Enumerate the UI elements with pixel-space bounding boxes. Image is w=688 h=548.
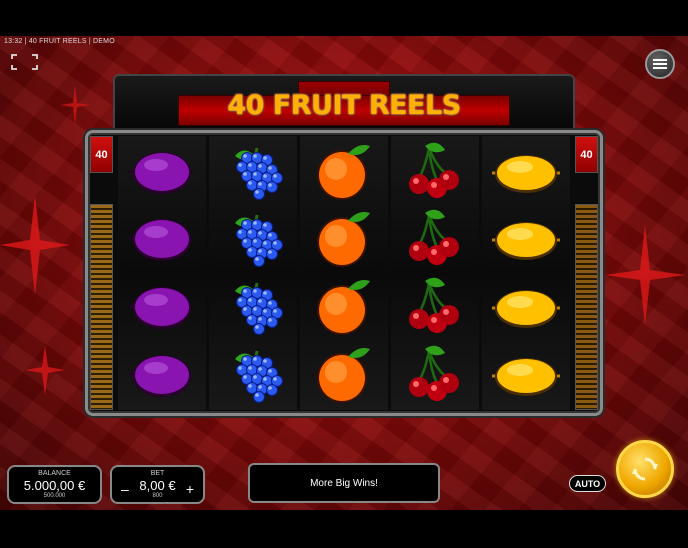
fullscreen-icon[interactable] xyxy=(11,54,38,70)
menu-button[interactable] xyxy=(645,49,675,79)
status-bar: 13:32 | 40 FRUIT REELS | DEMO xyxy=(4,38,115,45)
bet-label: BET xyxy=(150,470,165,477)
orange-icon xyxy=(308,345,380,405)
spin-icon xyxy=(632,457,658,481)
lemon-icon xyxy=(490,277,562,337)
top-bar xyxy=(0,0,688,36)
bet-display: BET 8,00 € 800 – + xyxy=(110,465,205,504)
plum-icon xyxy=(126,142,198,202)
sparkle-icon xyxy=(25,345,65,395)
grapes-icon xyxy=(217,277,289,337)
bet-decrease-button[interactable]: – xyxy=(121,481,129,497)
cherries-icon xyxy=(399,209,471,269)
sparkle-icon xyxy=(60,85,90,125)
payline-indicator-left xyxy=(90,204,113,410)
cherries-icon xyxy=(399,345,471,405)
plum-icon xyxy=(126,209,198,269)
sparkle-icon xyxy=(605,225,685,325)
autoplay-button[interactable]: AUTO xyxy=(569,475,606,492)
bottom-bar xyxy=(0,510,688,548)
grapes-icon xyxy=(217,345,289,405)
grapes-icon xyxy=(217,209,289,269)
paylines-badge-right: 40 xyxy=(575,136,598,173)
balance-label: BALANCE xyxy=(38,470,71,477)
grapes-icon xyxy=(217,142,289,202)
bet-increase-button[interactable]: + xyxy=(186,481,194,497)
balance-display: BALANCE 5.000,00 € 500.000 xyxy=(7,465,102,504)
hamburger-icon xyxy=(653,63,667,65)
game-logo: 40 FRUIT REELS xyxy=(227,90,461,121)
balance-credits: 500.000 xyxy=(43,493,66,499)
cherries-icon xyxy=(399,142,471,202)
cherries-icon xyxy=(399,277,471,337)
message-text: More Big Wins! xyxy=(310,477,378,489)
balance-value: 5.000,00 € xyxy=(23,478,86,493)
plum-icon xyxy=(126,277,198,337)
orange-icon xyxy=(308,209,380,269)
lemon-icon xyxy=(490,142,562,202)
message-box: More Big Wins! xyxy=(248,463,440,503)
lemon-icon xyxy=(490,209,562,269)
sparkle-icon xyxy=(0,195,70,295)
paylines-badge-left: 40 xyxy=(90,136,113,173)
payline-indicator-right xyxy=(575,204,598,410)
orange-icon xyxy=(308,142,380,202)
orange-icon xyxy=(308,277,380,337)
spin-button[interactable] xyxy=(616,440,674,498)
lemon-icon xyxy=(490,345,562,405)
plum-icon xyxy=(126,345,198,405)
